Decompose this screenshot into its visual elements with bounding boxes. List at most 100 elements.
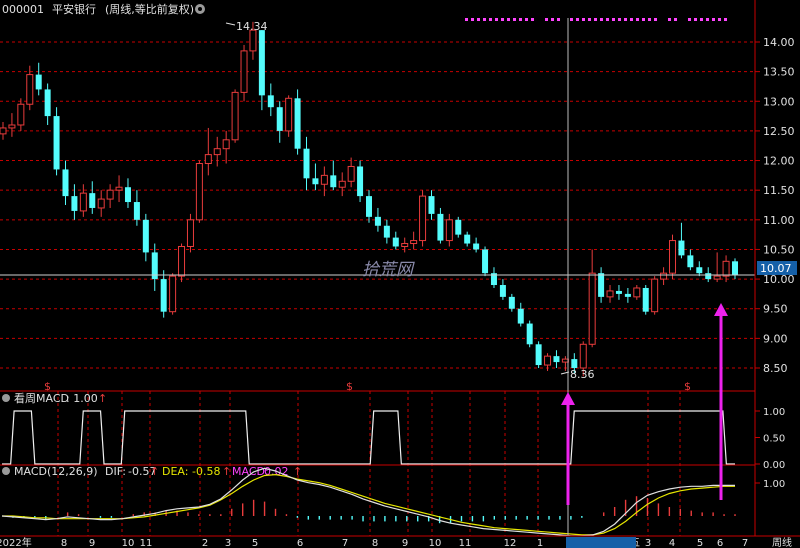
time-label: 2022年 — [0, 536, 32, 548]
candle — [178, 243, 186, 283]
signal-dot — [674, 18, 677, 21]
price-tick-label: 11.50 — [763, 184, 795, 197]
signal-dot — [668, 18, 671, 21]
price-tick-label: 11.00 — [763, 214, 795, 227]
macd-tick: 1.00 — [763, 479, 785, 490]
current-price-value: 10.07 — [760, 262, 792, 275]
signal-dot — [654, 18, 657, 21]
candle — [195, 160, 203, 223]
macd-signal-title: 看周MACD — [14, 391, 69, 405]
signal-dot — [630, 18, 633, 21]
time-label: 9 — [89, 538, 95, 548]
signal-dot — [648, 18, 651, 21]
price-tick-label: 14.00 — [763, 36, 795, 49]
time-label: 8 — [61, 538, 67, 548]
candle — [285, 95, 293, 137]
candle — [669, 234, 677, 280]
price-tick-label: 12.00 — [763, 155, 795, 168]
signal-dot — [525, 18, 528, 21]
signal-dot — [551, 18, 554, 21]
price-tick-label: 10.00 — [763, 273, 795, 286]
signal-dot — [600, 18, 603, 21]
signal-dot — [557, 18, 560, 21]
candle — [535, 341, 542, 368]
collapse-icon[interactable] — [2, 394, 10, 402]
stock-chart[interactable]: 000001 平安银行 (周线,等比前复权) 14.34 8.36 拾荒网 $ … — [0, 0, 800, 548]
chart-mode: (周线,等比前复权) — [105, 2, 194, 16]
dea-value: -0.58 — [192, 465, 220, 478]
signal-dot — [700, 18, 703, 21]
signal-dot — [694, 18, 697, 21]
signal-dot — [471, 18, 474, 21]
stock-name: 平安银行 — [52, 2, 96, 16]
signal-dot — [712, 18, 715, 21]
signal-dot — [513, 18, 516, 21]
candle — [526, 320, 533, 348]
stock-code: 000001 — [2, 3, 44, 16]
collapse-icon[interactable] — [2, 467, 10, 475]
dea-label: DEA: — [162, 465, 188, 478]
price-tick-label: 9.50 — [763, 303, 788, 316]
candle — [357, 160, 364, 203]
time-label: 8 — [372, 538, 378, 548]
watermark: 拾荒网 — [362, 260, 415, 280]
price-tick-label: 12.50 — [763, 125, 795, 138]
signal-dot — [483, 18, 486, 21]
signal-dot — [612, 18, 615, 21]
time-label: 5 — [697, 538, 703, 548]
signal-dot — [706, 18, 709, 21]
time-label: 9 — [402, 538, 408, 548]
candle — [294, 89, 301, 155]
signal-dot — [477, 18, 480, 21]
dif-label: DIF: — [105, 465, 126, 478]
signal-dot — [495, 18, 498, 21]
signal-dot — [582, 18, 585, 21]
signal-dot — [688, 18, 691, 21]
high-label: 14.34 — [236, 20, 268, 33]
signal-tick-label: 0.50 — [763, 434, 785, 445]
signal-dot — [588, 18, 591, 21]
time-label: 4 — [669, 538, 675, 548]
signal-dot — [576, 18, 579, 21]
signal-tick-label: 1.00 — [763, 407, 785, 418]
candle — [642, 285, 649, 315]
price-tick-label: 8.50 — [763, 362, 788, 375]
time-label: 6 — [297, 538, 303, 548]
current-price-badge: 10.07 — [757, 261, 797, 275]
candle — [53, 107, 60, 176]
price-tick-label: 10.50 — [763, 243, 795, 256]
macd-header: MACD(12,26,9) DIF: -0.57 ↑ DEA: -0.58 ↑ … — [2, 465, 302, 478]
price-tick-label: 9.00 — [763, 332, 788, 345]
candle — [482, 246, 489, 277]
signal-dot — [642, 18, 645, 21]
signal-dot — [519, 18, 522, 21]
time-label: 11 — [459, 538, 472, 548]
price-tick-label: 13.00 — [763, 95, 795, 108]
time-label: 11 — [140, 538, 153, 548]
time-label: 7 — [742, 538, 748, 548]
time-label: 5 — [252, 538, 258, 548]
candle — [186, 213, 194, 253]
dif-arrow: ↑ — [150, 465, 159, 478]
macd-arrow: ↑ — [293, 465, 302, 478]
signal-dot — [718, 18, 721, 21]
gear-icon[interactable] — [195, 4, 205, 14]
time-highlight-bg — [566, 537, 636, 548]
time-label: 6 — [717, 538, 723, 548]
time-label: 10 — [429, 538, 442, 548]
candle — [419, 190, 427, 247]
candle — [231, 89, 239, 143]
signal-dot — [545, 18, 548, 21]
macd-signal-value: : 1.00 — [66, 392, 98, 405]
candle — [240, 44, 248, 102]
macd-title: MACD(12,26,9) — [14, 465, 98, 478]
signal-dot — [531, 18, 534, 21]
time-label: 10 — [122, 538, 135, 548]
signal-dot — [724, 18, 727, 21]
time-label: 1 — [537, 538, 543, 548]
signal-dot — [636, 18, 639, 21]
candle — [651, 276, 659, 315]
signal-dot — [606, 18, 609, 21]
signal-tick-label: 0.00 — [763, 460, 785, 471]
macd-signal-arrow: ↑ — [98, 392, 107, 405]
